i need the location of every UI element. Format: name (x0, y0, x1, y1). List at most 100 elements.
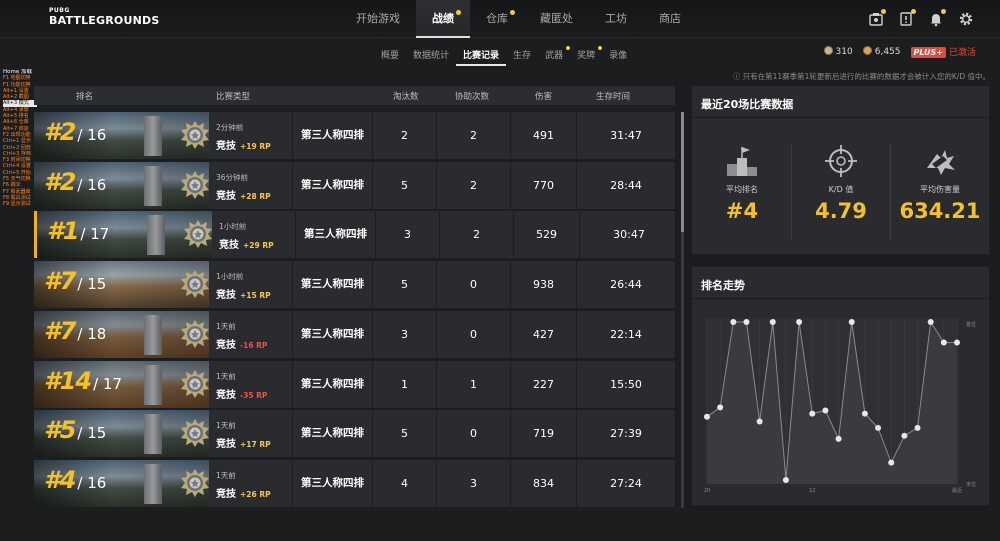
chart-point[interactable] (809, 410, 816, 417)
match-mode: 第三人称四排 (292, 261, 372, 309)
chart-point[interactable] (861, 410, 868, 417)
header-rank: 排名 (76, 92, 94, 102)
chart-point[interactable] (730, 319, 737, 325)
sub-tab[interactable]: 数据统计 (406, 46, 456, 66)
rank-trend-panel: 排名走势 首位 末位 20 12 最近 (692, 267, 989, 505)
chart-point[interactable] (835, 435, 842, 442)
x-tick-label: 20 (704, 488, 710, 494)
stat-value: 4.79 (815, 199, 867, 223)
match-row[interactable]: #1/ 17 1小时前 竞技 +29 RP 第三人称四排 3 2 529 30:47 (34, 211, 675, 259)
gcoin-balance[interactable]: 310 (823, 46, 853, 57)
match-row[interactable]: #5/ 15 1天前 竞技 +17 RP 第三人称四排 5 0 719 27:39 (34, 410, 675, 458)
kills-value: 5 (372, 161, 436, 209)
plus-status[interactable]: PLUS+ 已激活 (910, 45, 976, 58)
chart-point[interactable] (875, 424, 882, 431)
sub-tab-label: 奖牌 (577, 51, 596, 61)
chart-point[interactable] (901, 432, 908, 439)
damage-value: 427 (510, 310, 576, 358)
match-type-label: 竞技 (216, 290, 236, 302)
rank-tier-icon (180, 170, 210, 200)
stat-value: 634.21 (899, 199, 981, 223)
scrollbar-thumb[interactable] (681, 112, 684, 232)
placement-total: / 16 (77, 175, 107, 194)
plus-status-text: 已激活 (948, 48, 976, 58)
match-row[interactable]: #7/ 15 1小时前 竞技 +15 RP 第三人称四排 5 0 938 26:44 (34, 261, 675, 309)
nav-tab[interactable]: 藏匿处 (524, 0, 589, 38)
match-type-label: 竞技 (216, 439, 236, 451)
match-row[interactable]: #14/ 17 1天前 竞技 -35 RP 第三人称四排 1 1 227 15:50 (34, 360, 675, 408)
nav-tab[interactable]: 开始游戏 (340, 0, 416, 38)
match-mode: 第三人称四排 (292, 459, 372, 507)
gear-icon[interactable] (958, 11, 974, 27)
sub-tab[interactable]: 概要 (374, 46, 406, 66)
assists-value: 0 (436, 261, 510, 309)
chart-point[interactable] (927, 319, 934, 325)
match-row[interactable]: #2/ 16 36分钟前 竞技 +28 RP 第三人称四排 5 2 770 28:44 (34, 161, 675, 209)
assists-value: 3 (436, 459, 510, 507)
notice-icon[interactable] (898, 9, 916, 27)
sub-tab[interactable]: 奖牌 (570, 46, 603, 66)
match-list-scrollbar[interactable] (681, 112, 684, 508)
pubg-logo[interactable]: PUBG BATTLEGROUNDS (49, 8, 159, 27)
match-row[interactable]: #2/ 16 2分钟前 竞技 +19 RP 第三人称四排 2 2 491 31:47 (34, 112, 675, 159)
chart-point[interactable] (743, 319, 750, 325)
sub-tab[interactable]: 比赛记录 (456, 46, 507, 66)
chart-point[interactable] (717, 404, 724, 411)
kills-value: 3 (375, 211, 439, 259)
match-time: 1小时前 (219, 222, 247, 232)
sub-tab[interactable]: 武器 (538, 46, 571, 66)
chart-point[interactable] (704, 413, 710, 420)
placement-total: / 18 (77, 324, 107, 343)
bell-icon[interactable] (928, 9, 946, 27)
rank-tier-icon (180, 418, 210, 448)
chart-point[interactable] (822, 407, 829, 414)
stat-value: #4 (725, 199, 759, 223)
chart-point[interactable] (769, 319, 776, 325)
chart-point[interactable] (782, 477, 789, 483)
placement-rank: #7 (44, 267, 76, 296)
survival-value: 26:44 (576, 261, 675, 309)
match-time: 2分钟前 (216, 123, 244, 132)
survival-value: 22:14 (576, 310, 675, 358)
match-type: 竞技 -35 RP (216, 386, 267, 401)
sub-tab[interactable]: 生存 (506, 46, 538, 66)
match-type-label: 竞技 (219, 240, 239, 252)
assists-value: 0 (436, 310, 510, 358)
rp-change: -16 RP (240, 340, 268, 350)
rp-change: +19 RP (240, 142, 271, 151)
survival-value: 27:39 (576, 410, 675, 458)
gcoin-icon (823, 46, 833, 55)
inventory-icon[interactable] (868, 9, 886, 27)
match-type: 竞技 +29 RP (219, 236, 274, 251)
match-row[interactable]: #4/ 16 1天前 竞技 +26 RP 第三人称四排 4 3 834 27:24 (34, 459, 675, 507)
match-mode: 第三人称四排 (292, 112, 372, 159)
chart-point[interactable] (914, 424, 921, 431)
chart-point[interactable] (888, 459, 895, 466)
rank-tier-icon (180, 319, 210, 349)
nav-tab[interactable]: 仓库 (470, 0, 524, 38)
placement: #7/ 18 (44, 317, 106, 345)
chart-point[interactable] (848, 319, 855, 325)
header-survival: 生存时间 (596, 92, 631, 102)
placement-rank: #14 (44, 366, 92, 395)
bp-balance[interactable]: 6,455 (862, 46, 901, 57)
match-type: 竞技 +19 RP (216, 137, 271, 152)
debug-menu-item[interactable]: F9 显示测试 (3, 201, 37, 207)
placement-total: / 15 (77, 275, 107, 294)
match-type: 竞技 +26 RP (216, 485, 271, 500)
rp-change: +15 RP (240, 291, 271, 301)
match-time: 1小时前 (216, 272, 244, 282)
sub-tab[interactable]: 录像 (602, 46, 634, 66)
placement-rank: #1 (47, 217, 79, 246)
new-indicator-dot (456, 10, 461, 15)
survival-value: 28:44 (576, 161, 675, 209)
chart-point[interactable] (954, 339, 960, 346)
nav-tab[interactable]: 战绩 (416, 0, 470, 38)
stat-label: 平均排名 (726, 185, 758, 194)
nav-tab[interactable]: 工坊 (589, 0, 643, 38)
nav-tab[interactable]: 商店 (643, 0, 697, 38)
match-row[interactable]: #7/ 18 1天前 竞技 -16 RP 第三人称四排 3 0 427 22:14 (34, 310, 675, 358)
chart-point[interactable] (756, 418, 763, 425)
chart-point[interactable] (796, 319, 803, 325)
chart-point[interactable] (940, 339, 947, 346)
